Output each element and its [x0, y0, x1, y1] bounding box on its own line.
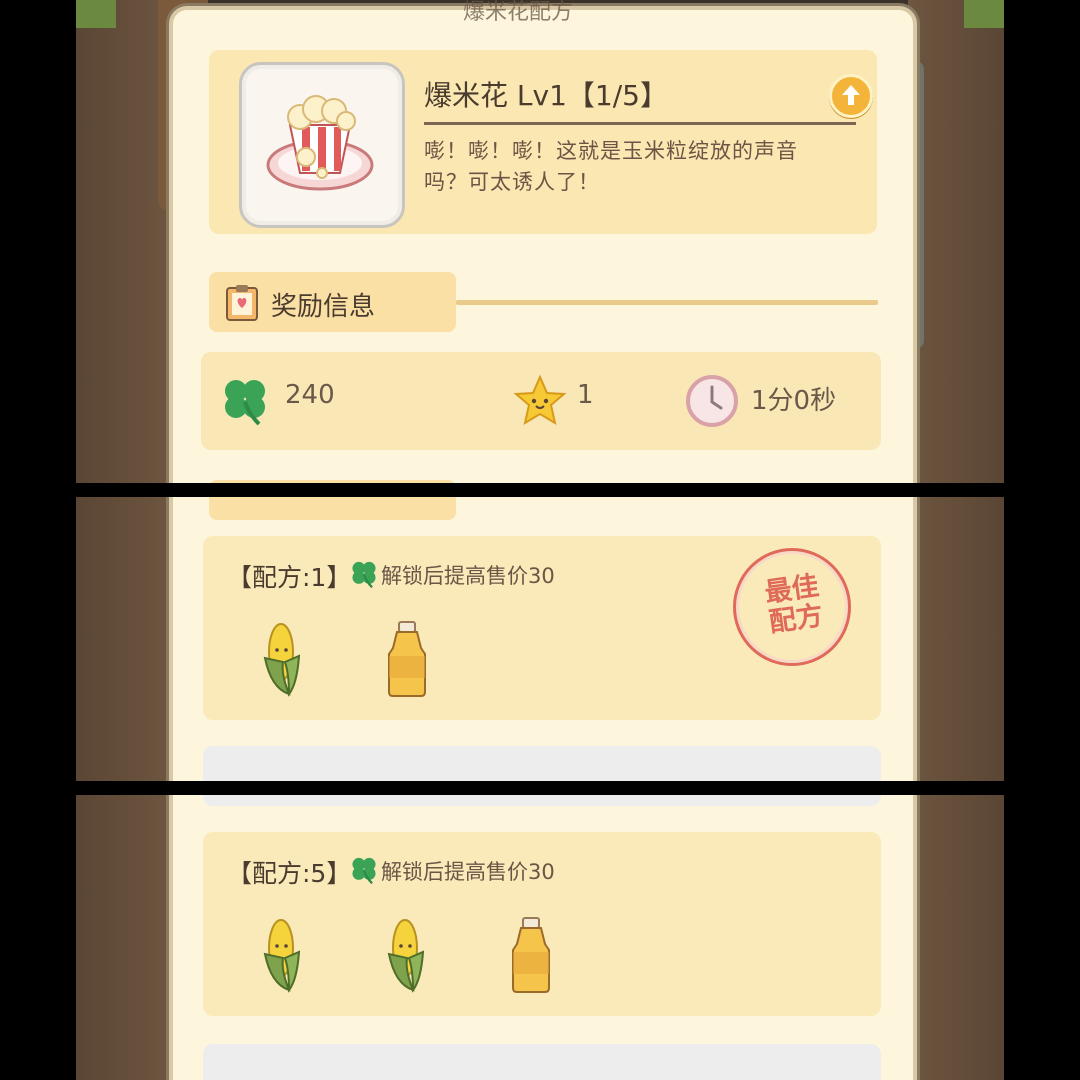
panel-title-fragment: 爆米花配方 [463, 0, 574, 25]
corn-icon [263, 623, 301, 697]
clover-icon [352, 857, 376, 885]
clock-icon [686, 375, 738, 427]
star-icon [513, 374, 567, 426]
clover-reward-value: 240 [285, 380, 335, 410]
background-grass [76, 0, 116, 28]
recipe-detail-panel: 爆米花配方 爆米花 Lv1【1/5】 嘭！嘭！嘭！这就是玉米粒绽放的声音吗？可太… [169, 0, 917, 1080]
game-screen: 爆米花配方 爆米花 Lv1【1/5】 嘭！嘭！嘭！这就是玉米粒绽放的声音吗？可太… [76, 0, 1004, 1080]
title-divider [424, 122, 856, 125]
item-info-card: 爆米花 Lv1【1/5】 嘭！嘭！嘭！这就是玉米粒绽放的声音吗？可太诱人了！ [209, 50, 877, 234]
recipe-card: 【配方:1】 解锁后提高售价30 最佳配方 [203, 536, 881, 720]
recipe-label: 【配方:5】 [227, 859, 352, 888]
background-grass [964, 0, 1004, 28]
best-recipe-stamp-text: 最佳配方 [762, 570, 825, 639]
recipe-unlock-text: 解锁后提高售价30 [381, 564, 555, 588]
locked-recipe-bar [203, 746, 881, 806]
clover-icon [352, 561, 376, 589]
arrow-up-icon [842, 85, 860, 105]
popcorn-bucket-icon [266, 95, 374, 191]
image-seam [76, 483, 1004, 497]
recipe-label: 【配方:1】 [227, 563, 352, 592]
reward-info-row: 240 1 1分0秒 [201, 352, 881, 450]
reward-section-title: 奖励信息 [271, 292, 376, 322]
best-recipe-stamp: 最佳配方 [733, 548, 851, 666]
star-reward-value: 1 [577, 380, 594, 410]
oil-bottle-icon [388, 621, 426, 697]
item-thumbnail [239, 62, 405, 228]
recipe-card: 【配方:5】 解锁后提高售价30 [203, 832, 881, 1016]
item-title: 爆米花 Lv1【1/5】 [424, 79, 668, 112]
oil-bottle-icon [512, 917, 550, 993]
corn-icon [387, 919, 425, 993]
clipboard-icon [226, 285, 258, 321]
reward-section-header: 奖励信息 [209, 272, 456, 332]
section-divider [456, 300, 878, 305]
clover-icon [225, 380, 265, 426]
locked-recipe-bar [203, 1044, 881, 1080]
image-seam [76, 781, 1004, 795]
corn-icon [263, 919, 301, 993]
upgrade-button[interactable] [829, 74, 873, 118]
recipe-unlock-text: 解锁后提高售价30 [381, 860, 555, 884]
item-description: 嘭！嘭！嘭！这就是玉米粒绽放的声音吗？可太诱人了！ [424, 139, 798, 194]
time-reward-value: 1分0秒 [751, 386, 837, 416]
